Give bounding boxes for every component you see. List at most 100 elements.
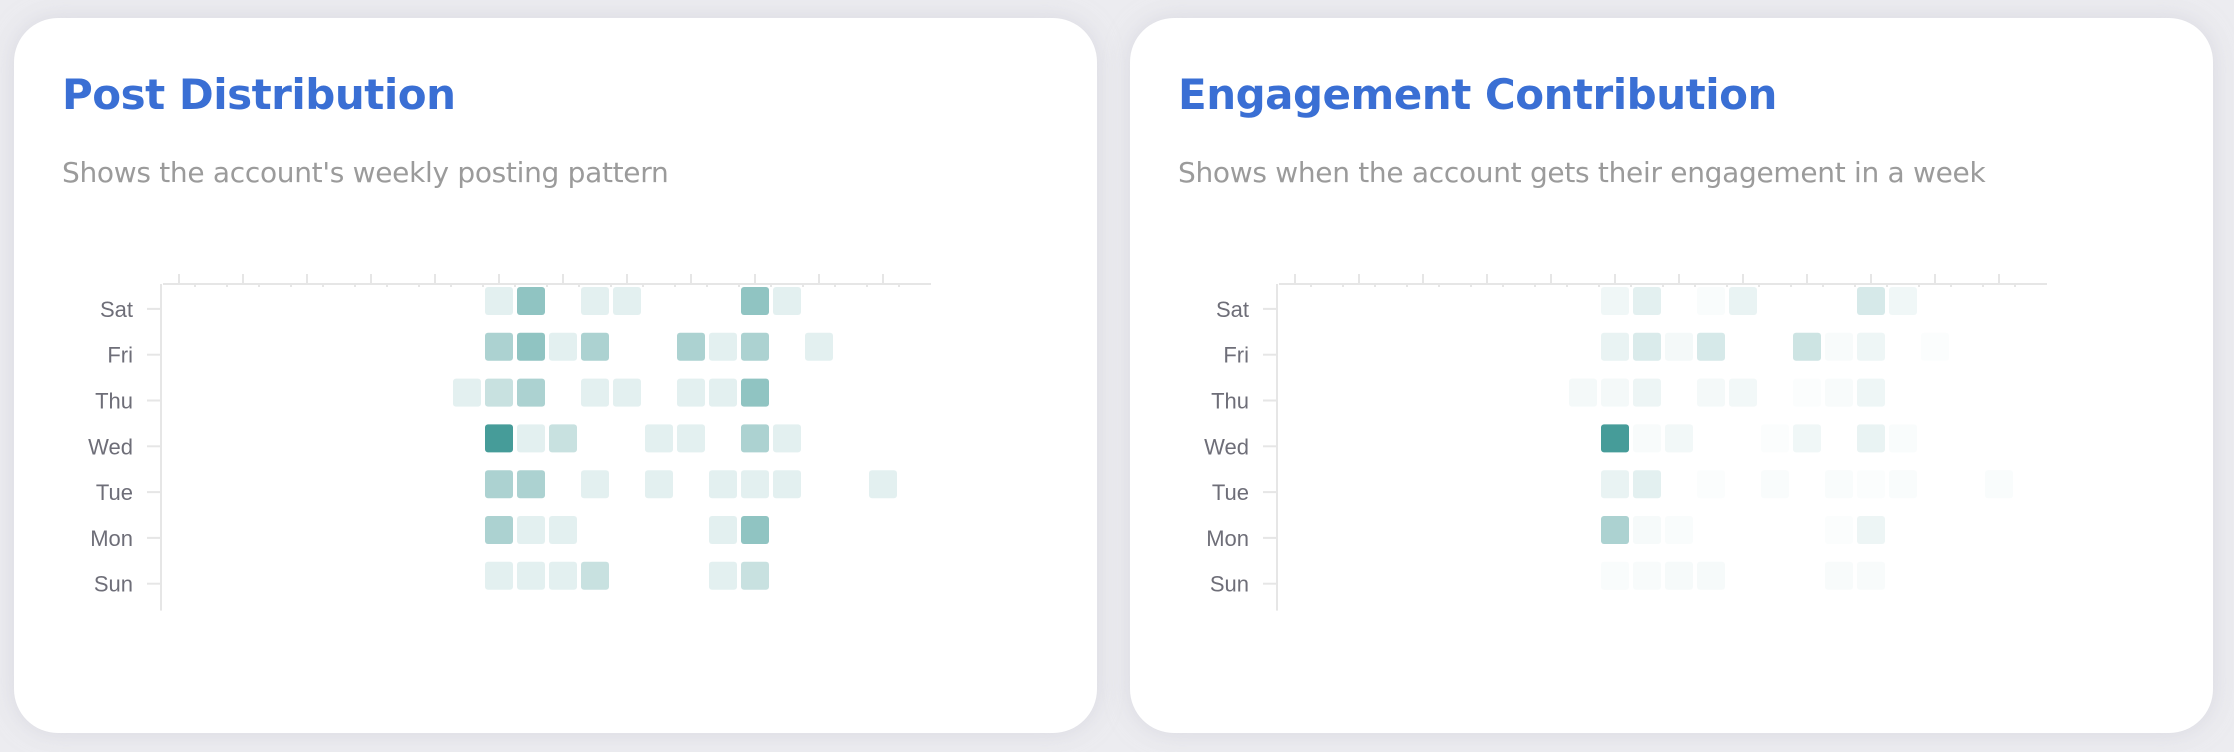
heatmap-cell-wed-10 — [485, 424, 513, 453]
heatmap-cell-tue-11 — [517, 470, 545, 499]
day-label-sun: Sun — [94, 572, 133, 597]
heatmap-cell-thu-11 — [1633, 378, 1661, 407]
heatmap-cell-sat-18 — [1857, 287, 1885, 315]
heatmap-cell-thu-16 — [1793, 378, 1821, 407]
heatmap-cell-sun-12 — [1665, 561, 1693, 590]
heatmap-cell-wed-12 — [549, 424, 577, 453]
heatmap-cell-sat-11 — [1633, 287, 1661, 315]
heatmap-cell-sun-12 — [549, 561, 577, 590]
heatmap-cell-wed-18 — [741, 424, 769, 453]
heatmap-cell-tue-11 — [1633, 470, 1661, 499]
heatmap-cell-thu-17 — [709, 378, 737, 407]
day-label-sat: Sat — [1216, 297, 1249, 322]
heatmap-cell-sat-19 — [1889, 287, 1917, 315]
heatmap-cell-fri-10 — [1601, 332, 1629, 361]
heatmap-cell-wed-19 — [773, 424, 801, 453]
heatmap-cell-wed-16 — [677, 424, 705, 453]
heatmap-cell-thu-10 — [485, 378, 513, 407]
heatmap-cell-tue-18 — [741, 470, 769, 499]
heatmap-cell-wed-19 — [1889, 424, 1917, 453]
heatmap-cell-mon-17 — [709, 516, 737, 544]
heatmap-cell-thu-14 — [613, 378, 641, 407]
heatmap-cell-tue-10 — [485, 470, 513, 499]
heatmap-cell-mon-11 — [517, 516, 545, 544]
heatmap-cell-thu-17 — [1825, 378, 1853, 407]
heatmap-cell-tue-19 — [1889, 470, 1917, 499]
heatmap-cell-tue-18 — [1857, 470, 1885, 499]
day-label-thu: Thu — [1211, 389, 1249, 414]
heatmap-cell-sun-18 — [1857, 561, 1885, 590]
heatmap-cell-sat-14 — [1729, 287, 1757, 315]
heatmap-cell-fri-16 — [1793, 332, 1821, 361]
heatmap-cell-sat-18 — [741, 287, 769, 315]
heatmap-cell-mon-12 — [1665, 516, 1693, 544]
day-label-wed: Wed — [1204, 434, 1249, 459]
heatmap-cell-fri-11 — [517, 332, 545, 361]
heatmap-cell-fri-18 — [741, 332, 769, 361]
day-label-tue: Tue — [1212, 480, 1249, 505]
heatmap-cell-mon-12 — [549, 516, 577, 544]
day-label-sat: Sat — [100, 297, 133, 322]
heatmap-cell-fri-20 — [1921, 332, 1949, 361]
heatmap-cell-tue-17 — [1825, 470, 1853, 499]
heatmap-cell-sun-10 — [1601, 561, 1629, 590]
heatmap-cell-wed-16 — [1793, 424, 1821, 453]
heatmap-cell-tue-15 — [1761, 470, 1789, 499]
heatmap-cell-sun-18 — [741, 561, 769, 590]
heatmap-cell-fri-16 — [677, 332, 705, 361]
heatmap-cell-sat-19 — [773, 287, 801, 315]
heatmap-cell-wed-18 — [1857, 424, 1885, 453]
heatmap-cell-sun-17 — [709, 561, 737, 590]
heatmap-cell-tue-10 — [1601, 470, 1629, 499]
heatmap-cell-tue-22 — [869, 470, 897, 499]
heatmap-cell-sat-13 — [1697, 287, 1725, 315]
heatmap-cell-sun-11 — [517, 561, 545, 590]
heatmap-cell-fri-10 — [485, 332, 513, 361]
engagement-contribution-heatmap: Sat Fri Thu Wed Tue Mon Sun — [1204, 274, 2047, 611]
day-label-mon: Mon — [1206, 526, 1249, 551]
heatmap-cell-fri-17 — [1825, 332, 1853, 361]
heatmap-cell-thu-10 — [1601, 378, 1629, 407]
heatmap-cell-sat-10 — [485, 287, 513, 315]
day-label-fri: Fri — [1223, 343, 1249, 368]
day-label-mon: Mon — [90, 526, 133, 551]
heatmap-cell-fri-18 — [1857, 332, 1885, 361]
heatmap-cell-fri-13 — [581, 332, 609, 361]
heatmap-cell-sun-10 — [485, 561, 513, 590]
heatmap-cell-thu-13 — [1697, 378, 1725, 407]
heatmap-cell-tue-22 — [1985, 470, 2013, 499]
heatmap-cell-wed-11 — [517, 424, 545, 453]
heatmap-cell-sat-11 — [517, 287, 545, 315]
heatmap-cell-wed-15 — [1761, 424, 1789, 453]
heatmap-cell-tue-17 — [709, 470, 737, 499]
heatmap-cell-fri-11 — [1633, 332, 1661, 361]
post-distribution-heatmap: Sat Fri Thu Wed Tue Mon Sun — [88, 274, 931, 611]
engagement-contribution-card: Engagement Contribution Shows when the a… — [1130, 18, 2213, 733]
heatmap-cell-sat-10 — [1601, 287, 1629, 315]
heatmap-cell-fri-13 — [1697, 332, 1725, 361]
day-label-fri: Fri — [107, 343, 133, 368]
heatmap-cell-thu-13 — [581, 378, 609, 407]
heatmap-cell-tue-13 — [1697, 470, 1725, 499]
post-distribution-card: Post Distribution Shows the account's we… — [14, 18, 1097, 733]
heatmap-cell-thu-11 — [517, 378, 545, 407]
heatmap-cell-wed-11 — [1633, 424, 1661, 453]
day-label-tue: Tue — [96, 480, 133, 505]
heatmap-cell-thu-18 — [741, 378, 769, 407]
heatmap-cell-tue-19 — [773, 470, 801, 499]
heatmap-cell-mon-17 — [1825, 516, 1853, 544]
heatmap-cell-mon-11 — [1633, 516, 1661, 544]
heatmap-cell-thu-14 — [1729, 378, 1757, 407]
heatmap-cell-fri-17 — [709, 332, 737, 361]
heatmap-cell-wed-12 — [1665, 424, 1693, 453]
heatmap-cell-sat-14 — [613, 287, 641, 315]
heatmap-cell-sun-17 — [1825, 561, 1853, 590]
heatmap-cell-thu-18 — [1857, 378, 1885, 407]
heatmap-cell-thu-16 — [677, 378, 705, 407]
heatmap-cell-wed-10 — [1601, 424, 1629, 453]
heatmap-cell-sun-13 — [581, 561, 609, 590]
heatmap-cell-wed-15 — [645, 424, 673, 453]
heatmap-cell-fri-12 — [1665, 332, 1693, 361]
day-label-sun: Sun — [1210, 572, 1249, 597]
heatmap-cell-thu-9 — [1569, 378, 1597, 407]
